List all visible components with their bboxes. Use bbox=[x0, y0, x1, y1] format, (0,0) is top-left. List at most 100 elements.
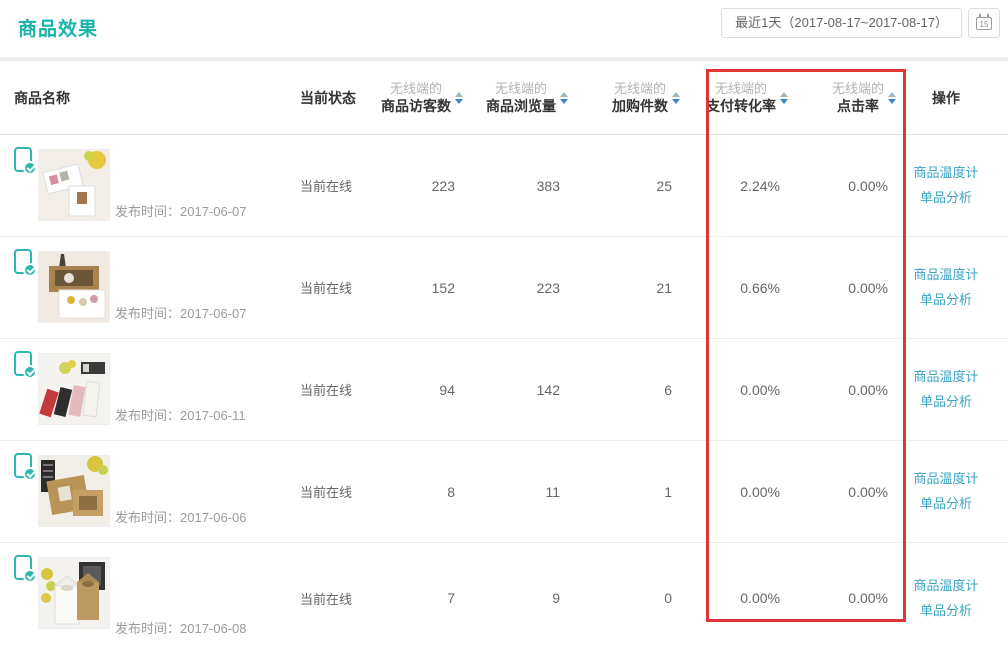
conversion-value: 0.00% bbox=[682, 590, 790, 606]
page-header: 商品效果 最近1天（2017-08-17~2017-08-17） 15 bbox=[0, 0, 1008, 57]
product-image-kraft-drawer-box[interactable] bbox=[38, 251, 110, 323]
action-thermometer-link[interactable]: 商品温度计 bbox=[913, 468, 978, 490]
visitors-value: 7 bbox=[370, 590, 465, 606]
click-rate-value: 0.00% bbox=[790, 178, 898, 194]
actions-cell: 商品温度计 单品分析 bbox=[898, 575, 994, 622]
sort-cart-icon[interactable] bbox=[672, 92, 680, 104]
product-image-kraft-boxes[interactable] bbox=[38, 455, 110, 527]
table-row: 发布时间：2017-06-08 当前在线 7 9 0 0.00% 0.00% 商… bbox=[0, 543, 1008, 653]
visitors-value: 223 bbox=[370, 178, 465, 194]
action-thermometer-link[interactable]: 商品温度计 bbox=[913, 575, 978, 597]
publish-time: 发布时间：2017-06-11 bbox=[115, 405, 246, 424]
action-thermometer-link[interactable]: 商品温度计 bbox=[913, 162, 978, 184]
views-value: 11 bbox=[465, 484, 570, 500]
wireless-prefix-label: 无线端的 bbox=[832, 80, 884, 97]
cart-value: 21 bbox=[570, 280, 682, 296]
sort-visitors-icon[interactable] bbox=[455, 92, 463, 104]
product-cell: 发布时间：2017-06-07 bbox=[14, 237, 290, 338]
sort-conversion-icon[interactable] bbox=[780, 92, 788, 104]
table-row: 发布时间：2017-06-06 当前在线 8 11 1 0.00% 0.00% … bbox=[0, 441, 1008, 543]
click-header-label: 点击率 bbox=[832, 97, 884, 115]
views-header-label: 商品浏览量 bbox=[486, 97, 556, 115]
cart-value: 0 bbox=[570, 590, 682, 606]
cart-header-label: 加购件数 bbox=[612, 97, 668, 115]
table-row: 发布时间：2017-06-07 当前在线 152 223 21 0.66% 0.… bbox=[0, 237, 1008, 339]
status-text: 当前在线 bbox=[290, 589, 370, 608]
table-row: 发布时间：2017-06-11 当前在线 94 142 6 0.00% 0.00… bbox=[0, 339, 1008, 441]
product-cell: 发布时间：2017-06-06 bbox=[14, 441, 290, 542]
click-rate-value: 0.00% bbox=[790, 280, 898, 296]
conversion-value: 2.24% bbox=[682, 178, 790, 194]
action-thermometer-link[interactable]: 商品温度计 bbox=[913, 264, 978, 286]
publish-time: 发布时间：2017-06-06 bbox=[115, 507, 247, 526]
actions-cell: 商品温度计 单品分析 bbox=[898, 366, 994, 413]
product-cell: 发布时间：2017-06-08 bbox=[14, 543, 290, 653]
views-value: 383 bbox=[465, 178, 570, 194]
visitors-value: 8 bbox=[370, 484, 465, 500]
status-text: 当前在线 bbox=[290, 278, 370, 297]
col-header-conversion: 无线端的 支付转化率 bbox=[682, 80, 790, 115]
cart-value: 1 bbox=[570, 484, 682, 500]
actions-cell: 商品温度计 单品分析 bbox=[898, 264, 994, 311]
conversion-value: 0.00% bbox=[682, 382, 790, 398]
wireless-prefix-label: 无线端的 bbox=[706, 80, 776, 97]
product-image-colorful-slider-boxes[interactable] bbox=[38, 353, 110, 425]
wireless-prefix-label: 无线端的 bbox=[612, 80, 668, 97]
visitors-value: 94 bbox=[370, 382, 465, 398]
conversion-value: 0.66% bbox=[682, 280, 790, 296]
action-analysis-link[interactable]: 单品分析 bbox=[920, 391, 972, 413]
product-image-white-sample-boxes[interactable] bbox=[38, 149, 110, 221]
sort-views-icon[interactable] bbox=[560, 92, 568, 104]
mobile-verified-icon bbox=[14, 351, 32, 376]
table-row: 发布时间：2017-06-07 当前在线 223 383 25 2.24% 0.… bbox=[0, 135, 1008, 237]
wireless-prefix-label: 无线端的 bbox=[381, 80, 451, 97]
publish-time: 发布时间：2017-06-08 bbox=[115, 618, 247, 637]
click-rate-value: 0.00% bbox=[790, 382, 898, 398]
publish-time: 发布时间：2017-06-07 bbox=[115, 303, 247, 322]
page-title: 商品效果 bbox=[18, 14, 98, 41]
table-header-row: 商品名称 当前状态 无线端的 商品访客数 无线端的 商品浏览量 无线端的 加购件… bbox=[0, 61, 1008, 135]
wireless-prefix-label: 无线端的 bbox=[486, 80, 556, 97]
cart-value: 25 bbox=[570, 178, 682, 194]
action-thermometer-link[interactable]: 商品温度计 bbox=[913, 366, 978, 388]
col-header-status: 当前状态 bbox=[290, 88, 370, 108]
product-effect-table: 商品名称 当前状态 无线端的 商品访客数 无线端的 商品浏览量 无线端的 加购件… bbox=[0, 61, 1008, 653]
actions-cell: 商品温度计 单品分析 bbox=[898, 468, 994, 515]
status-text: 当前在线 bbox=[290, 380, 370, 399]
status-text: 当前在线 bbox=[290, 482, 370, 501]
mobile-verified-icon bbox=[14, 147, 32, 172]
product-cell: 发布时间：2017-06-07 bbox=[14, 135, 290, 236]
actions-cell: 商品温度计 单品分析 bbox=[898, 162, 994, 209]
publish-time: 发布时间：2017-06-07 bbox=[115, 201, 247, 220]
action-analysis-link[interactable]: 单品分析 bbox=[920, 493, 972, 515]
views-value: 142 bbox=[465, 382, 570, 398]
click-rate-value: 0.00% bbox=[790, 590, 898, 606]
views-value: 223 bbox=[465, 280, 570, 296]
mobile-verified-icon bbox=[14, 249, 32, 274]
date-range-picker[interactable]: 最近1天（2017-08-17~2017-08-17） bbox=[721, 8, 962, 38]
product-image-gift-bags[interactable] bbox=[38, 557, 110, 629]
visitors-header-label: 商品访客数 bbox=[381, 97, 451, 115]
mobile-verified-icon bbox=[14, 555, 32, 580]
status-text: 当前在线 bbox=[290, 176, 370, 195]
action-analysis-link[interactable]: 单品分析 bbox=[920, 187, 972, 209]
views-value: 9 bbox=[465, 590, 570, 606]
sort-click-icon[interactable] bbox=[888, 92, 896, 104]
action-analysis-link[interactable]: 单品分析 bbox=[920, 289, 972, 311]
mobile-verified-icon bbox=[14, 453, 32, 478]
calendar-icon: 15 bbox=[976, 17, 992, 30]
visitors-value: 152 bbox=[370, 280, 465, 296]
col-header-actions: 操作 bbox=[898, 88, 994, 108]
action-analysis-link[interactable]: 单品分析 bbox=[920, 600, 972, 622]
col-header-views: 无线端的 商品浏览量 bbox=[465, 80, 570, 115]
conversion-value: 0.00% bbox=[682, 484, 790, 500]
col-header-click: 无线端的 点击率 bbox=[790, 80, 898, 115]
col-header-product: 商品名称 bbox=[14, 88, 290, 108]
calendar-button[interactable]: 15 bbox=[968, 8, 1000, 38]
cart-value: 6 bbox=[570, 382, 682, 398]
conversion-header-label: 支付转化率 bbox=[706, 97, 776, 115]
col-header-visitors: 无线端的 商品访客数 bbox=[370, 80, 465, 115]
col-header-cart: 无线端的 加购件数 bbox=[570, 80, 682, 115]
click-rate-value: 0.00% bbox=[790, 484, 898, 500]
product-cell: 发布时间：2017-06-11 bbox=[14, 339, 290, 440]
